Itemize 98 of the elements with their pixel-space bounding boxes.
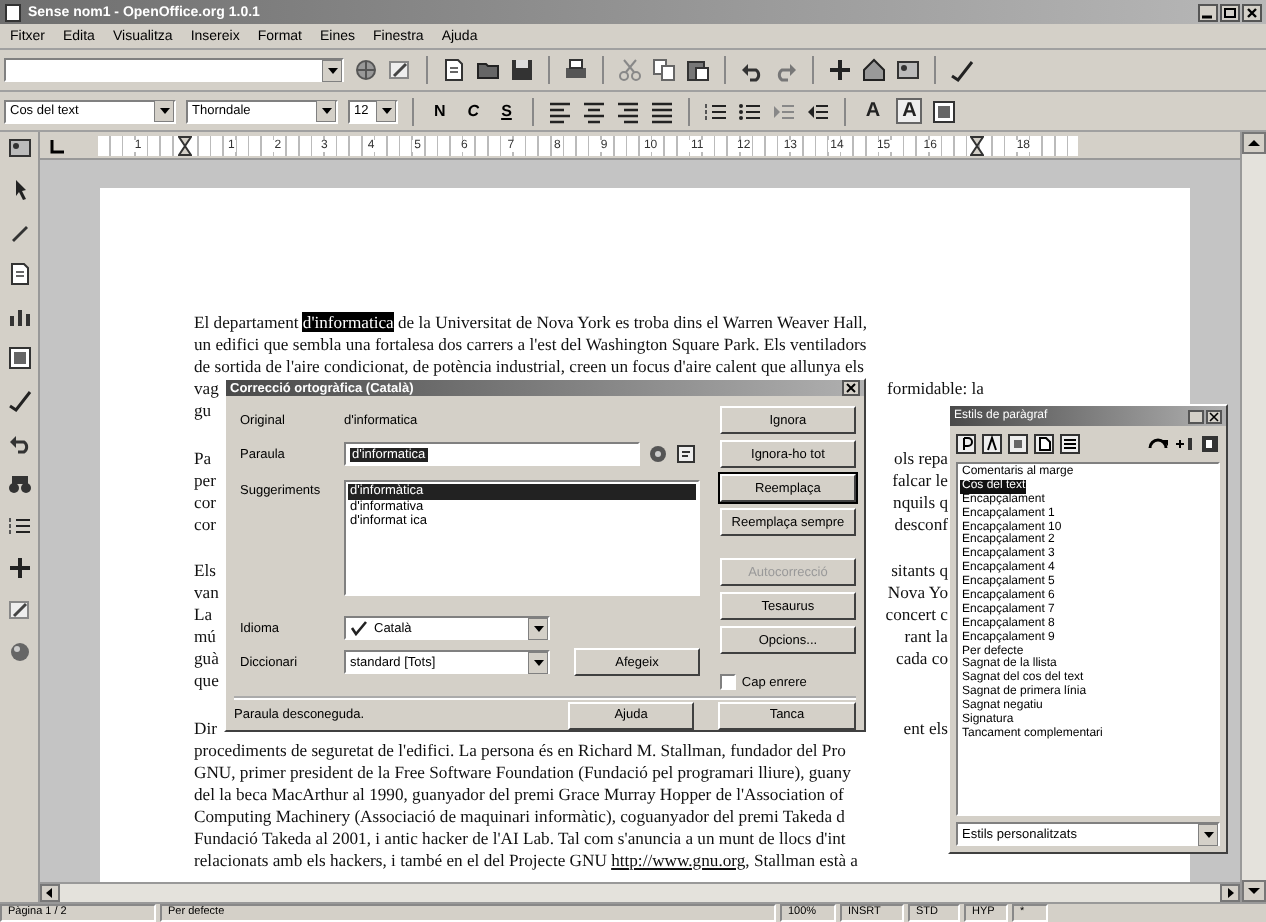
indent-marker-icon[interactable] xyxy=(177,135,192,155)
document-line: relacionats amb els hackers, i també en el del Projecte GNU http://www.gnu.org, Stallman està a xyxy=(194,849,858,872)
document-line: un edifici que sembla una fortalesa dos carrers a l'est del Washington Square Park. Els ventiladors xyxy=(194,334,867,356)
document-line: per xyxy=(194,469,216,492)
document-line: concert c xyxy=(885,604,948,627)
align-center-icon[interactable] xyxy=(581,99,606,123)
scroll-right-icon[interactable] xyxy=(1220,884,1240,902)
paragraph-styles-icon[interactable] xyxy=(956,434,976,454)
document-line: van xyxy=(194,582,219,605)
new-document-icon[interactable] xyxy=(442,58,466,82)
increase-indent-icon[interactable] xyxy=(805,99,830,123)
paste-icon[interactable] xyxy=(686,58,710,82)
scroll-up-icon[interactable] xyxy=(1242,132,1266,154)
printer-icon[interactable] xyxy=(564,58,588,82)
close-icon[interactable] xyxy=(842,380,860,397)
dropdown-arrow-icon[interactable] xyxy=(1198,823,1218,845)
character-styles-icon[interactable] xyxy=(982,434,1002,454)
update-style-icon[interactable] xyxy=(1200,434,1220,454)
house-icon[interactable] xyxy=(862,58,886,82)
document-line: de sortida de l'aire condicionat, de potència industrial, creen un focus d'aire calent que allunya els xyxy=(194,356,865,378)
dropdown-arrow-icon[interactable] xyxy=(376,100,396,122)
maximize-icon[interactable] xyxy=(1220,3,1240,21)
pencil-icon[interactable] xyxy=(7,598,31,622)
folder-icon[interactable] xyxy=(476,58,500,82)
italic-button[interactable]: C xyxy=(461,102,486,120)
document-line: nquils q xyxy=(893,491,948,514)
checkmark-icon xyxy=(350,620,368,637)
list-styles-icon[interactable] xyxy=(1060,434,1080,454)
new-style-icon[interactable] xyxy=(1174,434,1194,454)
pen-icon[interactable] xyxy=(7,220,31,244)
close-icon[interactable] xyxy=(1242,3,1262,21)
underline-button[interactable]: S xyxy=(495,102,518,120)
document-line: mú xyxy=(194,626,216,649)
document-line: Fundació Takeda al 2001, i antic hacker de l'AI Lab. Tal com s'anuncia a un munt de llocs d'int xyxy=(194,827,846,850)
frame-icon[interactable] xyxy=(7,346,31,370)
redo-icon[interactable] xyxy=(774,58,798,82)
document-line: del la beca MacArthur al 1990, guanyador del premi Grace Murray Hopper de l'Association of xyxy=(194,783,844,806)
close-icon[interactable] xyxy=(1206,409,1222,423)
document-line: falcar le xyxy=(892,469,948,492)
document-line: Computing Machinery (Associació de maquinari informàtic), coguanyador del premi Takeda d xyxy=(194,805,845,828)
sphere-icon[interactable] xyxy=(7,640,31,664)
align-left-icon[interactable] xyxy=(547,99,572,123)
save-icon[interactable] xyxy=(510,58,534,82)
link[interactable]: http://www.gnu.org xyxy=(611,849,746,870)
document-line: Nova Yo xyxy=(887,582,948,605)
scroll-left-icon[interactable] xyxy=(40,884,60,902)
document-line: cor xyxy=(194,513,216,536)
document-line: ent els xyxy=(903,717,948,740)
frame-styles-icon[interactable] xyxy=(1008,434,1028,454)
styles-list[interactable] xyxy=(956,462,1220,816)
document-icon xyxy=(4,3,22,21)
dropdown-arrow-icon[interactable] xyxy=(316,100,336,122)
document-line: GNU, primer president de la Free Software Foundation (Fundació pel programari lliure), guany xyxy=(194,761,851,784)
document-line: guà xyxy=(194,648,219,671)
document-line: Els xyxy=(194,560,216,583)
document-line: formidable: la xyxy=(887,378,984,400)
bulleted-list-icon[interactable] xyxy=(737,99,762,123)
document-line: cada co xyxy=(896,648,948,671)
bold-button[interactable]: N xyxy=(428,102,452,120)
page-styles-icon[interactable] xyxy=(1034,434,1054,454)
document-line: Pa xyxy=(194,447,212,470)
document-line: rant la xyxy=(904,626,948,649)
dropdown-arrow-icon[interactable] xyxy=(154,100,174,122)
restore-icon[interactable] xyxy=(1188,409,1204,423)
document-line: El departament d'informatica de la Universitat de Nova York es troba dins el Warren Weaver Hall, xyxy=(194,312,868,334)
numbered-list-icon[interactable] xyxy=(703,99,728,123)
font-color-button[interactable]: A xyxy=(896,98,923,124)
text-icon[interactable] xyxy=(7,262,31,286)
edit-icon[interactable] xyxy=(388,58,412,82)
minimize-icon[interactable] xyxy=(1198,3,1218,21)
indent-marker-icon[interactable] xyxy=(969,135,984,155)
document-line: gu xyxy=(194,400,212,422)
font-color-button[interactable]: A xyxy=(859,98,887,124)
document-line: cor xyxy=(194,491,216,514)
dropdown-arrow-icon[interactable] xyxy=(528,617,548,640)
justify-icon[interactable] xyxy=(649,99,674,123)
copy-icon[interactable] xyxy=(652,58,676,82)
tab-stop-icon[interactable] xyxy=(48,135,68,155)
chart-icon[interactable] xyxy=(7,304,31,328)
dropdown-arrow-icon[interactable] xyxy=(528,651,548,674)
scroll-down-icon[interactable] xyxy=(1242,880,1266,902)
document-line: Dir xyxy=(194,717,217,740)
document-line: sitants q xyxy=(891,560,948,583)
document-line: desconf xyxy=(894,513,948,536)
globe-icon[interactable] xyxy=(354,58,378,82)
document-line: que xyxy=(194,670,219,693)
dropdown-arrow-icon[interactable] xyxy=(322,59,342,81)
gallery-icon[interactable] xyxy=(896,58,920,82)
align-right-icon[interactable] xyxy=(615,99,640,123)
url-field[interactable] xyxy=(4,58,344,82)
document-line: procediments de seguretat de l'edifici. La persona és en Richard M. Stallman, fundador del Pro xyxy=(194,739,846,762)
list-icon[interactable] xyxy=(7,514,31,538)
checkbox[interactable] xyxy=(719,674,736,691)
document-line: La xyxy=(194,604,213,627)
document-line: vag xyxy=(194,378,219,400)
document-line: ols repa xyxy=(894,447,948,470)
fill-format-icon[interactable] xyxy=(1148,434,1168,454)
circle-icon[interactable] xyxy=(648,444,668,465)
